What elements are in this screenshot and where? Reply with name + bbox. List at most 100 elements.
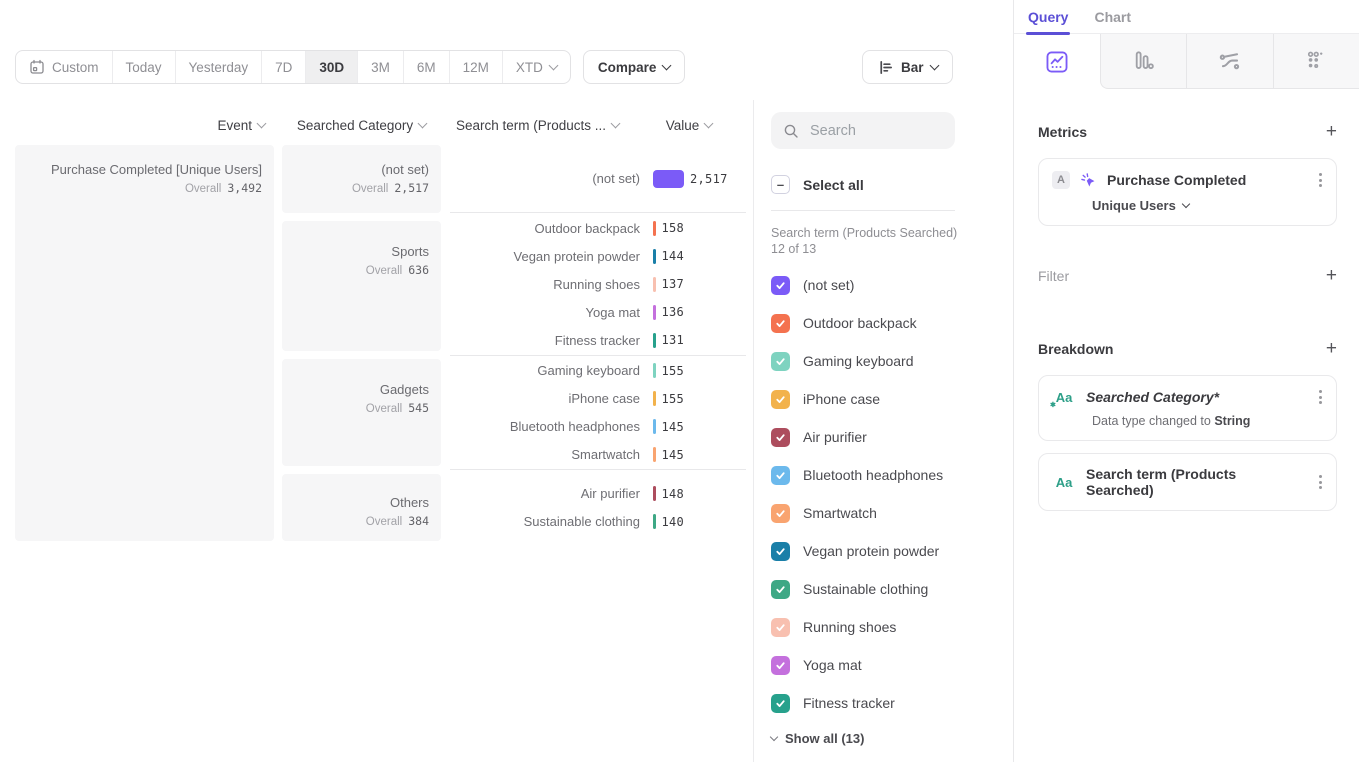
event-cell[interactable]: Purchase Completed [Unique Users] Overal…: [15, 145, 274, 541]
select-all-row[interactable]: – Select all: [771, 175, 1013, 194]
checkbox-checked[interactable]: [771, 580, 790, 599]
value-bar[interactable]: [653, 486, 656, 501]
value-bar[interactable]: [653, 305, 656, 320]
chevron-down-icon: [257, 119, 267, 129]
checkbox-checked[interactable]: [771, 352, 790, 371]
value-bar[interactable]: [653, 363, 656, 378]
tab-query[interactable]: Query: [1028, 0, 1068, 33]
tab-retention[interactable]: [1273, 34, 1359, 89]
column-header-event[interactable]: Event: [167, 117, 265, 133]
date-range-xtd[interactable]: XTD: [503, 51, 570, 83]
tab-funnels[interactable]: [1100, 34, 1187, 89]
value-bar[interactable]: [653, 333, 656, 348]
value-bar[interactable]: [653, 391, 656, 406]
filter-option[interactable]: Running shoes: [771, 608, 1013, 646]
checkbox-checked[interactable]: [771, 276, 790, 295]
segment-filter-panel: – Select all Search term (Products Searc…: [753, 100, 1013, 762]
tab-insights[interactable]: [1014, 34, 1100, 89]
checkbox-indeterminate-icon[interactable]: –: [771, 175, 790, 194]
column-header-search-term[interactable]: Search term (Products ...: [456, 117, 619, 133]
metric-series-badge: A: [1052, 171, 1070, 189]
category-cell-not-set[interactable]: (not set) Overall2,517: [282, 145, 441, 213]
checkbox-checked[interactable]: [771, 694, 790, 713]
category-cell-gadgets[interactable]: Gadgets Overall545: [282, 359, 441, 466]
date-range-group: Custom Today Yesterday 7D 30D 3M 6M 12M …: [15, 50, 571, 84]
filter-title: Filter: [1038, 268, 1069, 284]
filter-option[interactable]: Fitness tracker: [771, 684, 1013, 722]
column-header-value[interactable]: Value: [658, 117, 720, 133]
date-range-yesterday[interactable]: Yesterday: [176, 51, 263, 83]
term-row: Smartwatch 145: [450, 441, 746, 469]
filter-option[interactable]: Bluetooth headphones: [771, 456, 1013, 494]
column-header-searched-category[interactable]: Searched Category: [282, 117, 441, 133]
checkbox-checked[interactable]: [771, 504, 790, 523]
date-range-3m[interactable]: 3M: [358, 51, 404, 83]
metrics-section-header: Metrics +: [1038, 122, 1337, 141]
filter-option[interactable]: Yoga mat: [771, 646, 1013, 684]
checkbox-checked[interactable]: [771, 428, 790, 447]
category-cell-sports[interactable]: Sports Overall636: [282, 221, 441, 351]
filter-option[interactable]: iPhone case: [771, 380, 1013, 418]
add-metric-button[interactable]: +: [1326, 122, 1337, 141]
term-row: Outdoor backpack 158: [450, 214, 746, 242]
filter-option[interactable]: (not set): [771, 266, 1013, 304]
chevron-down-icon: [704, 119, 714, 129]
tab-chart[interactable]: Chart: [1094, 0, 1131, 33]
compare-button[interactable]: Compare: [583, 50, 686, 84]
checkbox-checked[interactable]: [771, 656, 790, 675]
kebab-menu-icon[interactable]: [1317, 388, 1324, 406]
filter-option[interactable]: Smartwatch: [771, 494, 1013, 532]
date-range-today[interactable]: Today: [113, 51, 176, 83]
filter-option[interactable]: Vegan protein powder: [771, 532, 1013, 570]
filter-option[interactable]: Gaming keyboard: [771, 342, 1013, 380]
term-row: Gaming keyboard 155: [450, 357, 746, 385]
breakdown-card-search-term[interactable]: Aa Search term (Products Searched): [1038, 453, 1337, 511]
filter-option[interactable]: Outdoor backpack: [771, 304, 1013, 342]
analytics-app: Custom Today Yesterday 7D 30D 3M 6M 12M …: [0, 0, 1359, 762]
kebab-menu-icon[interactable]: [1317, 473, 1324, 491]
value-bar[interactable]: [653, 170, 684, 188]
date-range-label: Custom: [52, 60, 99, 75]
metric-card[interactable]: A Purchase Completed Unique Users: [1038, 158, 1337, 226]
tab-flows[interactable]: [1186, 34, 1273, 89]
chart-type-select[interactable]: Bar: [862, 50, 953, 84]
checkbox-checked[interactable]: [771, 466, 790, 485]
checkbox-checked[interactable]: [771, 390, 790, 409]
retention-tab-icon: [1303, 48, 1329, 74]
date-range-30d[interactable]: 30D: [306, 51, 358, 83]
filter-option[interactable]: Sustainable clothing: [771, 570, 1013, 608]
string-property-icon: Aa: [1052, 390, 1076, 405]
checkbox-checked[interactable]: [771, 314, 790, 333]
event-title: Purchase Completed [Unique Users]: [27, 161, 262, 178]
search-box[interactable]: [771, 112, 955, 149]
breakdown-card-searched-category[interactable]: Aa Searched Category* Data type changed …: [1038, 375, 1337, 441]
add-filter-button[interactable]: +: [1326, 266, 1337, 285]
string-property-icon: Aa: [1052, 475, 1076, 490]
date-range-12m[interactable]: 12M: [450, 51, 503, 83]
search-input[interactable]: [808, 122, 942, 140]
kebab-menu-icon[interactable]: [1317, 171, 1324, 189]
show-all-toggle[interactable]: Show all (13): [771, 731, 1013, 746]
term-row: Sustainable clothing 140: [450, 508, 746, 536]
filter-option[interactable]: Air purifier: [771, 418, 1013, 456]
date-range-custom[interactable]: Custom: [16, 51, 113, 83]
metric-measure-select[interactable]: Unique Users: [1092, 198, 1324, 213]
value-bar[interactable]: [653, 447, 656, 462]
category-cell-others[interactable]: Others Overall384: [282, 474, 441, 541]
checkbox-checked[interactable]: [771, 618, 790, 637]
checkbox-checked[interactable]: [771, 542, 790, 561]
value-bar[interactable]: [653, 419, 656, 434]
value-bar[interactable]: [653, 221, 656, 236]
query-builder: Metrics + A Purchase Completed: [1014, 122, 1359, 511]
term-group-not-set: (not set) 2,517: [450, 145, 746, 213]
value-bar[interactable]: [653, 277, 656, 292]
add-breakdown-button[interactable]: +: [1326, 339, 1337, 358]
metrics-title: Metrics: [1038, 124, 1087, 140]
term-row: Vegan protein powder 144: [450, 242, 746, 270]
value-bar[interactable]: [653, 514, 656, 529]
date-range-7d[interactable]: 7D: [262, 51, 306, 83]
query-panel-tabs: Query Chart: [1014, 0, 1359, 34]
date-range-6m[interactable]: 6M: [404, 51, 450, 83]
value-bar[interactable]: [653, 249, 656, 264]
breakdown-property-name: Searched Category*: [1086, 389, 1307, 405]
